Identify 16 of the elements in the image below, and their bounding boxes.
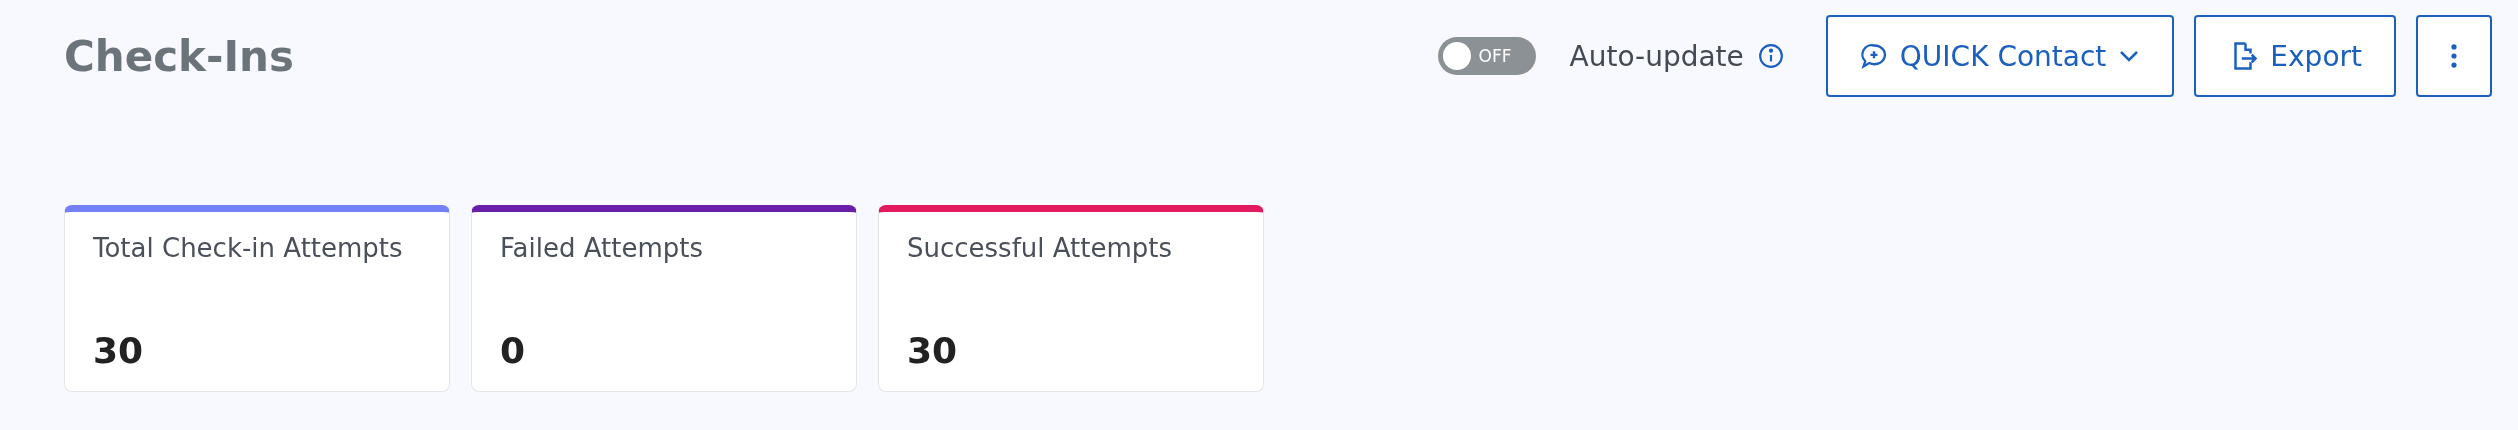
chat-plus-icon	[1859, 42, 1888, 70]
info-icon[interactable]	[1757, 43, 1784, 69]
stat-value: 30	[907, 330, 959, 371]
more-button[interactable]	[2416, 15, 2492, 97]
chevron-down-icon	[2118, 49, 2141, 63]
stat-label: Successful Attempts	[907, 232, 1174, 265]
page-title: Check-Ins	[64, 31, 295, 81]
quick-contact-button[interactable]: QUICK Contact	[1825, 15, 2175, 97]
auto-update-toggle[interactable]: OFF	[1437, 37, 1536, 75]
more-icon	[2450, 43, 2458, 69]
stat-value: 0	[500, 330, 527, 371]
stat-label: Failed Attempts	[500, 232, 704, 265]
export-button[interactable]: Export	[2194, 15, 2396, 97]
auto-update-label: Auto-update	[1569, 39, 1744, 73]
stat-label: Total Check-in Attempts	[93, 232, 404, 265]
stat-value: 30	[93, 330, 145, 371]
